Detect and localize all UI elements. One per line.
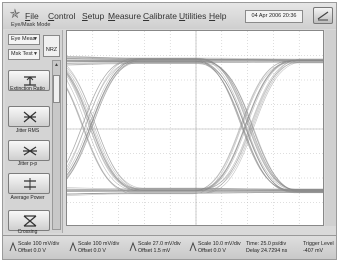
jitter-rms-button[interactable]	[8, 106, 50, 127]
eye-trace	[67, 65, 323, 190]
eye-trace	[67, 63, 323, 194]
jitter-pp-icon	[23, 146, 37, 156]
channel-4-scale: Scale 10.0 mV/div	[198, 241, 241, 247]
menu-bar: ✯ File Control Setup Measure Calibrate U…	[3, 3, 336, 29]
trigger-label: Trigger Level	[303, 241, 334, 247]
status-bar: Scale 100 mV/div Offset 0.0 V Scale 100 …	[3, 235, 336, 259]
menu-measure[interactable]: Measure	[108, 11, 141, 21]
minimize-button[interactable]	[313, 7, 333, 24]
eye-trace	[67, 62, 323, 194]
eye-diagram-display[interactable]	[66, 30, 324, 226]
crossing-button[interactable]	[8, 210, 50, 231]
jitter-pp-label: Jitter p-p	[17, 161, 38, 167]
eye-meas-dropdown[interactable]: Eye Meas ▼	[8, 34, 40, 45]
app-logo-icon: ✯	[9, 6, 21, 21]
mask-test-dropdown-label: Msk Test	[11, 51, 33, 57]
eye-trace	[67, 61, 323, 180]
jitter-rms-icon	[23, 111, 37, 123]
jitter-pp-button[interactable]	[8, 140, 50, 161]
channel-icon	[129, 241, 137, 252]
channel-4-offset: Offset 0.0 V	[198, 247, 226, 254]
menu-calibrate[interactable]: Calibrate	[143, 11, 177, 21]
channel-icon	[9, 241, 17, 252]
channel-icon	[69, 241, 77, 252]
eye-trace	[67, 62, 323, 193]
eye-trace	[67, 87, 323, 193]
eye-trace	[67, 60, 323, 192]
channel-3-offset: Offset 1.5 mV	[138, 247, 171, 254]
scrollbar-thumb[interactable]	[53, 75, 60, 103]
eye-trace	[67, 59, 323, 176]
scroll-up-icon[interactable]: ▲	[53, 61, 60, 69]
minimize-icon	[317, 11, 329, 21]
channel-1-scale: Scale 100 mV/div	[18, 241, 60, 247]
menu-file[interactable]: File	[25, 11, 39, 21]
jitter-rms-label: Jitter RMS	[15, 128, 40, 134]
average-power-icon	[24, 178, 36, 190]
panel-scrollbar[interactable]: ▲	[52, 60, 61, 230]
right-side-strip	[325, 30, 336, 226]
timebase-delay: Delay 24.7294 ns	[246, 247, 288, 254]
eye-trace	[67, 58, 323, 176]
measurement-panel: Eye Meas ▼ Msk Test ▼ NRZ ▲ Extinction R…	[5, 30, 63, 235]
eye-meas-dropdown-label: Eye Meas	[11, 36, 36, 42]
eye-trace	[67, 60, 323, 180]
eye-trace	[67, 56, 323, 190]
timebase-scale: Time: 25.0 ps/div	[246, 241, 287, 247]
nrz-button[interactable]: NRZ	[43, 35, 60, 57]
scope-window: ✯ File Control Setup Measure Calibrate U…	[2, 2, 337, 260]
eye-trace	[67, 58, 323, 173]
eye-trace	[67, 63, 323, 193]
menu-setup[interactable]: Setup	[82, 11, 104, 21]
channel-icon	[189, 241, 197, 252]
eye-diagram-plot	[67, 31, 323, 225]
mask-test-dropdown[interactable]: Msk Test ▼	[8, 49, 40, 60]
crossing-icon	[23, 215, 37, 227]
channel-2-scale: Scale 100 mV/div	[78, 241, 120, 247]
eye-trace	[67, 60, 323, 191]
channel-1-offset: Offset 0.0 V	[18, 247, 46, 254]
date-time-display: 04 Apr 2006 20:36	[245, 10, 303, 23]
mode-label: Eye/Mask Mode	[11, 22, 51, 28]
average-power-label: Average Power	[10, 195, 45, 201]
chevron-down-icon: ▼	[33, 36, 38, 42]
chevron-down-icon: ▼	[33, 51, 38, 57]
extinction-ratio-label: Extinction Ratio	[10, 86, 45, 92]
eye-trace	[67, 58, 323, 189]
channel-2-offset: Offset 0.0 V	[78, 247, 106, 254]
eye-trace	[67, 58, 323, 175]
menu-help[interactable]: Help	[209, 11, 226, 21]
menu-control[interactable]: Control	[48, 11, 75, 21]
menu-utilities[interactable]: Utilities	[179, 11, 206, 21]
eye-trace	[67, 60, 323, 192]
eye-trace	[67, 61, 323, 193]
channel-3-scale: Scale 27.0 mV/div	[138, 241, 181, 247]
average-power-button[interactable]	[8, 173, 50, 194]
eye-trace	[67, 61, 323, 195]
eye-trace	[67, 60, 323, 192]
trigger-level: -407 mV	[303, 247, 324, 254]
